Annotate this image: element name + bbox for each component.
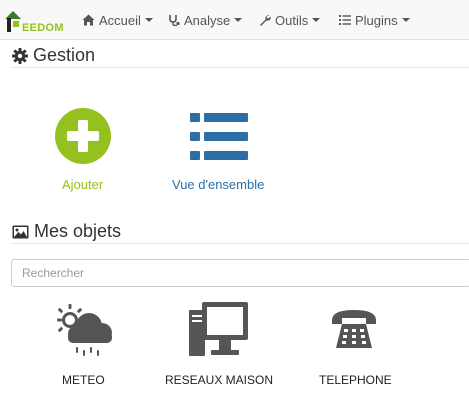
add-object-label: Ajouter <box>62 177 104 192</box>
objects-divider <box>12 243 469 244</box>
list-icon <box>190 113 248 160</box>
chevron-down-icon <box>401 18 410 22</box>
search-input[interactable] <box>11 259 469 287</box>
nav-plugins[interactable]: Plugins <box>339 11 410 29</box>
tasks-icon <box>339 15 351 25</box>
stethoscope-icon <box>169 15 180 26</box>
image-icon <box>12 225 29 238</box>
object-label-meteo: METEO <box>62 373 105 387</box>
object-item-telephone[interactable]: TELEPHONE <box>310 300 400 392</box>
navbar: EEDOM Accueil Analyse Outils Plugins <box>0 0 469 40</box>
house-logo-icon <box>5 11 21 32</box>
nav-analyse[interactable]: Analyse <box>168 11 243 29</box>
chevron-down-icon <box>234 18 243 22</box>
gestion-divider <box>12 67 469 68</box>
telephone-icon <box>332 310 376 348</box>
objects-title: Mes objets <box>12 221 121 242</box>
gear-icon <box>12 47 28 64</box>
nav-accueil[interactable]: Accueil <box>82 11 153 29</box>
nav-accueil-label: Accueil <box>99 12 141 28</box>
nav-plugins-label: Plugins <box>355 12 398 28</box>
wrench-icon <box>260 15 271 26</box>
gestion-title: Gestion <box>12 45 95 66</box>
gestion-title-text: Gestion <box>33 45 96 65</box>
weather-icon <box>57 304 112 356</box>
add-object-card[interactable]: Ajouter <box>40 100 130 196</box>
objects-title-text: Mes objets <box>34 221 122 241</box>
computer-icon <box>189 302 248 356</box>
plus-circle-icon <box>55 108 111 164</box>
overview-card[interactable]: Vue d'ensemble <box>165 100 275 196</box>
jeedom-logo[interactable]: EEDOM <box>4 8 64 34</box>
nav-outils[interactable]: Outils <box>259 11 321 29</box>
nav-analyse-label: Analyse <box>184 12 231 28</box>
chevron-down-icon <box>144 18 153 22</box>
overview-label: Vue d'ensemble <box>172 177 265 192</box>
object-item-reseaux-maison[interactable]: RESEAUX MAISON <box>160 300 280 392</box>
object-label-reseaux-maison: RESEAUX MAISON <box>165 373 274 387</box>
chevron-down-icon <box>312 18 321 22</box>
object-item-meteo[interactable]: METEO <box>40 300 130 392</box>
home-icon <box>82 14 95 26</box>
nav-outils-label: Outils <box>275 12 309 28</box>
object-label-telephone: TELEPHONE <box>319 373 392 387</box>
logo-text: EEDOM <box>22 22 64 34</box>
